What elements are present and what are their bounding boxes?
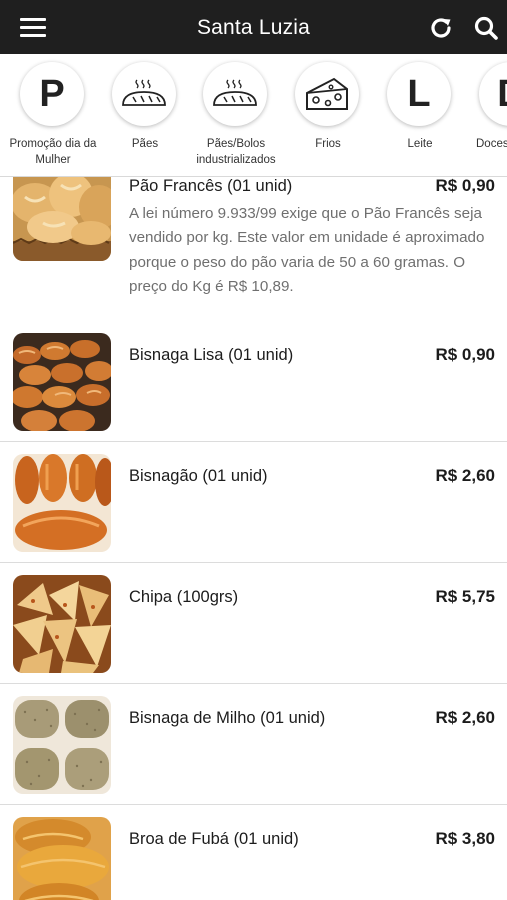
category-letter-l: L: [407, 73, 431, 115]
category-label: Promoção dia da Mulher: [9, 138, 97, 166]
category-letter-p: P: [39, 73, 65, 115]
product-name: Chipa (100grs): [129, 588, 239, 606]
product-item-broa-de-fuba[interactable]: Broa de Fubá (01 unid) R$ 3,80: [0, 805, 507, 900]
bread-icon: [213, 79, 257, 106]
product-price: R$ 0,90: [435, 177, 495, 195]
category-letter-d: D: [497, 75, 507, 113]
product-price: R$ 3,80: [435, 829, 495, 848]
product-image: [13, 454, 111, 552]
product-image: [13, 333, 111, 431]
product-item-bisnagao[interactable]: Bisnagão (01 unid) R$ 2,60: [0, 442, 507, 563]
category-label: Frios: [315, 138, 341, 150]
category-circle: P: [20, 62, 84, 126]
category-circle: [112, 62, 176, 126]
category-label: Pães: [131, 138, 159, 150]
category-circle: [295, 62, 359, 126]
product-description: A lei número 9.933/99 exige que o Pão Fr…: [129, 205, 485, 295]
product-price: R$ 0,90: [435, 345, 495, 364]
product-item-bisnaga-lisa[interactable]: Bisnaga Lisa (01 unid) R$ 0,90: [0, 321, 507, 442]
product-name: Pão Francês (01 unid): [129, 177, 293, 195]
product-price: R$ 2,60: [435, 708, 495, 727]
category-paes[interactable]: Pães: [99, 54, 191, 176]
product-name: Bisnaga de Milho (01 unid): [129, 709, 326, 727]
category-circle: D: [479, 62, 507, 126]
search-icon[interactable]: [472, 14, 500, 42]
product-image: [13, 177, 111, 261]
category-label: Leite: [407, 138, 433, 150]
category-paes-bolos[interactable]: Pães/Bolos industrializados: [190, 54, 282, 176]
product-name: Bisnagão (01 unid): [129, 467, 268, 485]
product-item-pao-frances[interactable]: Pão Francês (01 unid) R$ 0,90 A lei núme…: [0, 177, 507, 322]
category-label: Doces: [476, 138, 507, 150]
product-price: R$ 2,60: [435, 466, 495, 485]
category-doces[interactable]: D Doces: [466, 54, 507, 176]
product-name: Broa de Fubá (01 unid): [129, 830, 299, 848]
product-image: [13, 817, 111, 900]
top-app-bar: Santa Luzia: [0, 0, 507, 54]
product-list[interactable]: Pão Francês (01 unid) R$ 0,90 A lei núme…: [0, 177, 507, 900]
product-name: Bisnaga Lisa (01 unid): [129, 346, 294, 364]
refresh-icon[interactable]: [427, 14, 455, 42]
product-item-chipa[interactable]: Chipa (100grs) R$ 5,75: [0, 563, 507, 684]
category-frios[interactable]: Frios: [282, 54, 374, 176]
product-item-bisnaga-de-milho[interactable]: Bisnaga de Milho (01 unid) R$ 2,60: [0, 684, 507, 805]
category-leite[interactable]: L Leite: [374, 54, 466, 176]
bread-icon: [122, 79, 166, 106]
product-image: [13, 696, 111, 794]
product-image: [13, 575, 111, 673]
cheese-icon: [306, 77, 348, 110]
category-strip[interactable]: P Promoção dia da Mulher Pães Pães/Bolos…: [0, 54, 507, 177]
category-label: Pães/Bolos industrializados: [196, 138, 276, 166]
category-circle: L: [387, 62, 451, 126]
category-promocao[interactable]: P Promoção dia da Mulher: [7, 54, 99, 176]
category-circle: [203, 62, 267, 126]
product-price: R$ 5,75: [435, 587, 495, 606]
